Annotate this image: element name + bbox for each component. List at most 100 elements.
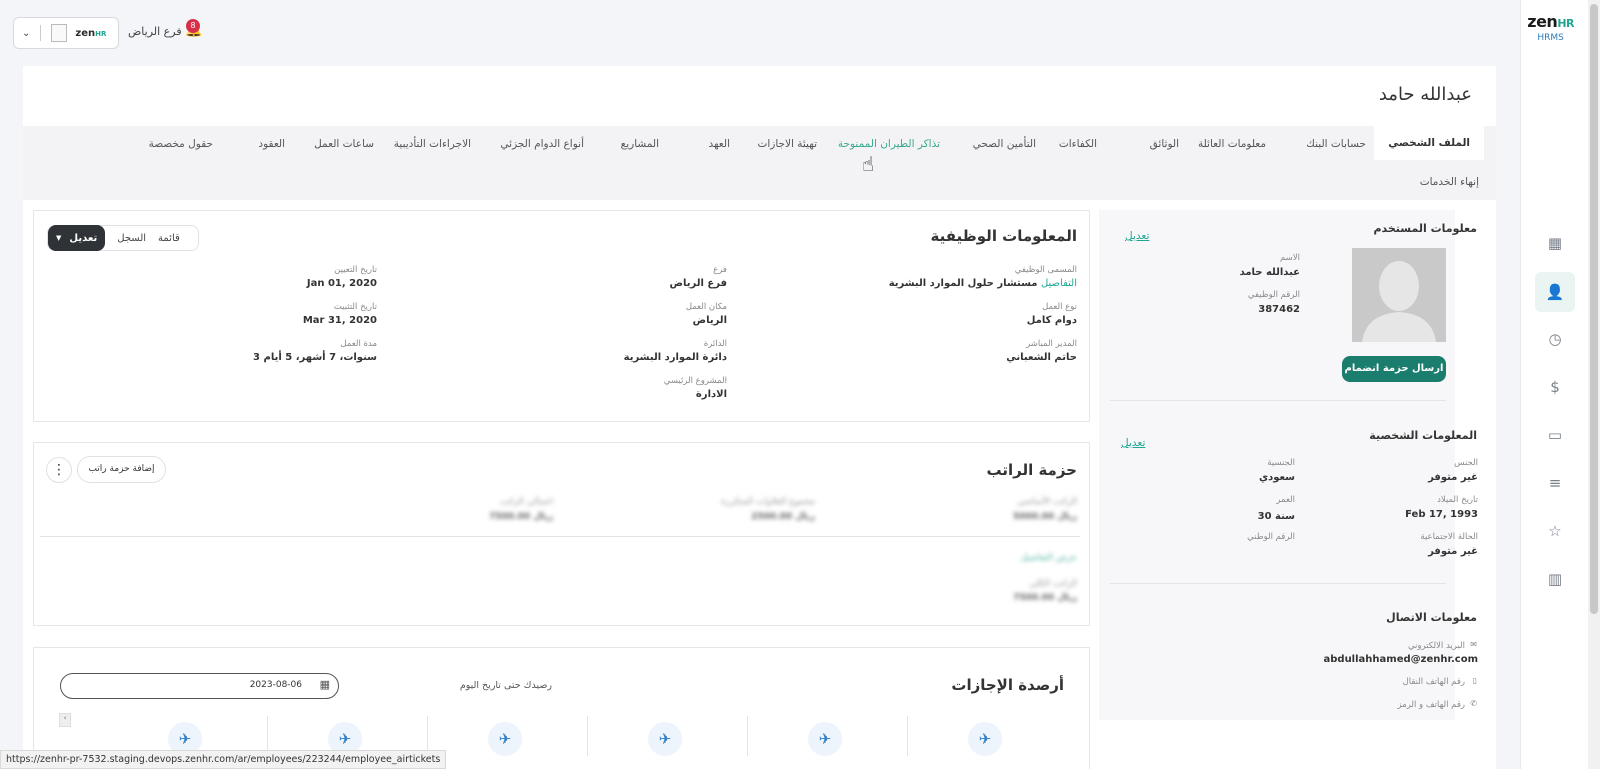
add-salary-package-button[interactable]: إضافة حزمة راتب: [77, 456, 166, 483]
phone-label: رقم الهاتف و الرمز: [1397, 700, 1465, 710]
age-label: العمر: [1276, 495, 1295, 505]
airplane-icon: ✈: [808, 722, 842, 756]
tab-disciplinary-actions[interactable]: الاجراءات التأديبية: [394, 138, 471, 150]
airplane-icon: ✈: [968, 722, 1002, 756]
manager-value: حاتم الشعباني: [1006, 352, 1077, 363]
star-icon[interactable]: ☆: [1538, 514, 1572, 548]
chart-icon[interactable]: ▥: [1538, 562, 1572, 596]
leave-date-picker[interactable]: 2023-08-06 ▦: [60, 673, 339, 699]
send-onboarding-button[interactable]: ارسال حزمة انضمام: [1342, 356, 1446, 382]
gender-label: الجنس: [1454, 458, 1478, 468]
zenhr-logo[interactable]: zenHR HRMS: [1527, 12, 1574, 43]
dob-value: Feb 17, 1993: [1405, 509, 1478, 520]
allowances-label: مجموع العلاوات المتكررة: [720, 497, 815, 507]
more-options-icon[interactable]: ⋮: [46, 457, 72, 483]
tab-custody[interactable]: العهد: [708, 138, 730, 150]
folder-icon[interactable]: ▭: [1538, 418, 1572, 452]
dob-label: تاريخ الميلاد: [1437, 495, 1478, 505]
service-duration-value: 3 سنوات، 7 أشهر، 5 أيام: [253, 352, 377, 363]
tab-health-insurance[interactable]: التأمين الصحي: [973, 138, 1036, 150]
calendar-icon: ▦: [319, 678, 330, 691]
envelope-icon: ✉: [1470, 640, 1477, 649]
airplane-icon: ✈: [648, 722, 682, 756]
list-view-button[interactable]: قائمة: [158, 233, 180, 244]
basic-salary-label: الراتب الأساسي: [1017, 497, 1077, 507]
branch-name[interactable]: فرع الرياض: [128, 25, 182, 38]
work-place-value: الرياض: [692, 315, 727, 326]
allowances-value: ريال 2500.00: [751, 512, 815, 522]
mobile-label: رقم الهاتف النقال: [1402, 677, 1465, 687]
tab-air-tickets[interactable]: تذاكر الطيران الممنوحة: [838, 138, 940, 150]
confirmation-date-label: تاريخ التثبيت: [333, 302, 377, 312]
divider: [587, 716, 588, 756]
branch-label: فرع: [713, 265, 727, 275]
tab-profile[interactable]: الملف الشخصي: [1374, 126, 1484, 160]
salary-title: حزمة الراتب: [986, 461, 1077, 479]
nationality-label: الجنسية: [1267, 458, 1295, 468]
tab-competencies[interactable]: الكفاءات: [1059, 138, 1097, 150]
tab-bank-accounts[interactable]: حسابات البنك: [1306, 138, 1366, 150]
tab-part-time-types[interactable]: أنواع الدوام الجزئي: [500, 138, 584, 150]
basic-salary-value: ريال 5000.00: [1013, 512, 1077, 522]
branch-value: فرع الرياض: [669, 278, 727, 289]
divider: [907, 716, 908, 756]
zenhr-mini-logo: zenHR: [75, 27, 107, 39]
manager-label: المدير المباشر: [1026, 339, 1077, 349]
tab-working-hours[interactable]: ساعات العمل: [314, 138, 374, 150]
list-icon[interactable]: ≡: [1538, 466, 1572, 500]
divider: [1110, 400, 1446, 401]
leave-balances-title: أرصدة الإجازات: [951, 676, 1064, 694]
job-details-link[interactable]: التفاصيل: [1041, 278, 1077, 289]
age-value: 30 سنة: [1257, 511, 1295, 522]
personal-info-edit-link[interactable]: تعديل: [1121, 437, 1145, 449]
hire-date-label: تاريخ التعيين: [334, 265, 377, 275]
employee-name: عبدالله حامد: [1378, 84, 1472, 105]
tab-custom-fields[interactable]: حقول مخصصة: [149, 138, 213, 150]
dollar-icon[interactable]: $: [1538, 370, 1572, 404]
side-rail: zenHR HRMS ▦ 👤 ◷ $ ▭ ≡ ☆ ▥: [1520, 0, 1600, 769]
total-salary-label: الراتب الكلي: [1029, 579, 1077, 589]
tab-end-of-service[interactable]: إنهاء الخدمات: [1420, 176, 1479, 188]
leave-date-value: 2023-08-06: [249, 680, 302, 690]
log-view-button[interactable]: السجل: [117, 233, 146, 244]
job-title-row: التفاصيل مستشار حلول الموارد البشرية: [888, 278, 1077, 289]
user-info-title: معلومات المستخدم: [1373, 222, 1477, 235]
hand-cursor-icon: ☝: [862, 152, 875, 176]
tab-documents[interactable]: الوثائق: [1150, 138, 1179, 150]
email-label: البريد الالكتروني: [1407, 641, 1465, 651]
tab-leave-setup[interactable]: تهيئة الاجازات: [757, 138, 817, 150]
job-number-value: 387462: [1258, 304, 1300, 315]
work-place-label: مكان العمل: [685, 302, 727, 312]
salary-card: [33, 442, 1090, 626]
page-scrollbar[interactable]: [1588, 0, 1600, 769]
user-info-edit-link[interactable]: تعديل: [1125, 230, 1149, 242]
department-value: دائرة الموارد البشرية: [623, 352, 727, 363]
job-info-view-toggle: ▼ تعديل السجل قائمة: [47, 225, 199, 251]
leave-scroll-left-button[interactable]: ‹: [59, 713, 71, 727]
job-info-edit-dropdown[interactable]: ▼ تعديل: [48, 225, 106, 251]
divider: [747, 716, 748, 756]
airplane-icon: ✈: [488, 722, 522, 756]
gender-value: غير متوفر: [1428, 472, 1478, 483]
email-value: abdullahhamed@zenhr.com: [1323, 654, 1479, 665]
salary-details-link[interactable]: عرض التفاصيل: [1020, 553, 1077, 563]
marital-status-value: غير متوفر: [1428, 546, 1478, 557]
job-title-label: المسمى الوظيفي: [1014, 265, 1077, 275]
company-logo-image: [51, 24, 68, 42]
user-name-value: عبدالله حامد: [1239, 267, 1300, 278]
contact-info-title: معلومات الاتصال: [1386, 611, 1477, 624]
tab-projects[interactable]: المشاريع: [621, 138, 659, 150]
bell-icon[interactable]: 🔔8: [185, 19, 202, 38]
nationality-value: سعودي: [1258, 472, 1295, 483]
mobile-icon: ▯: [1472, 676, 1477, 685]
total-salary-value: ريال 7500.00: [1013, 593, 1077, 603]
company-switcher[interactable]: ⌄ zenHR: [13, 17, 119, 49]
clock-icon[interactable]: ◷: [1538, 322, 1572, 356]
tab-family-info[interactable]: معلومات العائلة: [1198, 138, 1266, 150]
grid-icon[interactable]: ▦: [1538, 226, 1572, 260]
confirmation-date-value: Mar 31, 2020: [302, 315, 377, 326]
national-id-label: الرقم الوطني: [1247, 532, 1295, 542]
notification-badge: 8: [186, 19, 200, 33]
tab-contracts[interactable]: العقود: [258, 138, 285, 150]
users-icon[interactable]: 👤: [1535, 272, 1575, 312]
